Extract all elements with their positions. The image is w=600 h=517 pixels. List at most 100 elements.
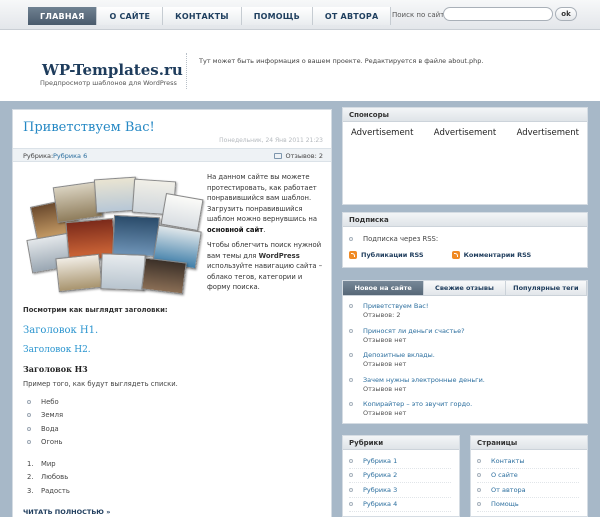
post-comments-count: Отзывов нет: [363, 335, 407, 344]
bullet-icon: [349, 487, 353, 492]
nav-item-home[interactable]: ГЛАВНАЯ: [28, 7, 98, 25]
rubric-item[interactable]: Рубрика 1: [349, 454, 451, 469]
bullet-icon: [477, 487, 481, 492]
comment-icon: [274, 153, 283, 159]
page-label: О сайте: [491, 471, 518, 480]
page-item[interactable]: О сайте: [477, 469, 579, 483]
post-comments-count: Отзывов нет: [363, 409, 407, 417]
rubric-link[interactable]: Рубрика 6: [53, 152, 87, 160]
bullet-icon: [349, 402, 353, 406]
bullet-icon: [477, 473, 481, 478]
post-link[interactable]: Копирайтер – это звучит гордо.: [363, 400, 472, 409]
post-link[interactable]: Приветствуем Вас!: [363, 302, 428, 311]
header-about-text: Тут может быть информация о вашем проект…: [199, 57, 484, 65]
wordpress-link[interactable]: WordPress: [259, 252, 300, 260]
post-comments-count: Отзывов нет: [363, 360, 407, 368]
search-button[interactable]: ok: [555, 7, 577, 21]
list-item: Зачем нужны электронные деньги. Отзывов н…: [349, 374, 587, 399]
rss-comments-link[interactable]: Комментарии RSS: [451, 251, 532, 259]
page-item[interactable]: Контакты: [477, 454, 579, 469]
page-item[interactable]: От автора: [477, 483, 579, 498]
list-number: 1.: [27, 459, 34, 468]
list-item: Земля: [27, 409, 63, 423]
advertisement-link[interactable]: Advertisement: [351, 128, 413, 138]
tab-recent-comments[interactable]: Свежие отзывы: [424, 281, 506, 296]
rubrics-widget: Рубрики Рубрика 1 Рубрика 2 Рубрика 3 Ру…: [342, 435, 460, 517]
bullet-icon: [349, 237, 353, 241]
comments-count: Отзывов: 2: [285, 152, 323, 160]
bullet-icon: [349, 353, 353, 357]
list-intro: Пример того, как будут выглядеть списки.: [23, 380, 178, 388]
list-item: 3. Радость: [27, 484, 70, 498]
search-label: Поиск по сайту: [392, 11, 449, 19]
tab-new-on-site[interactable]: Новое на сайте: [343, 281, 425, 296]
ordered-list: 1. Мир 2. Любовь 3. Радость: [27, 457, 70, 498]
post-link[interactable]: Приносят ли деньги счастье?: [363, 327, 465, 336]
rss-posts-label: Публикации RSS: [361, 251, 424, 259]
rubric-item[interactable]: Рубрика 2: [349, 469, 451, 483]
post-title[interactable]: Приветствуем Вас!: [23, 120, 155, 135]
ads-row: Advertisement Advertisement Advertisemen…: [343, 122, 587, 138]
rss-icon: [349, 251, 357, 259]
bullet-icon: [349, 304, 353, 308]
post-date: Понедельник, 24 Янв 2011 21:23: [219, 137, 323, 144]
advertisement-link[interactable]: Advertisement: [517, 128, 579, 138]
main-nav: ГЛАВНАЯ О САЙТЕ КОНТАКТЫ ПОМОЩЬ ОТ АВТОР…: [28, 7, 392, 25]
tab-bar: Новое на сайте Свежие отзывы Популярные …: [343, 281, 587, 296]
rss-icon: [451, 251, 460, 259]
bullet-icon: [477, 458, 481, 463]
rubric-item[interactable]: Рубрика 3: [349, 483, 451, 498]
rubric-label: Рубрика 2: [363, 471, 398, 480]
list-item-text: Мир: [41, 459, 56, 468]
screenshot-thumb: [111, 214, 161, 258]
post-link[interactable]: Депозитные вклады.: [363, 351, 435, 360]
header-divider: [186, 53, 187, 89]
rubric-item[interactable]: Рубрика 4: [349, 498, 451, 512]
nav-item-author[interactable]: ОТ АВТОРА: [312, 7, 392, 25]
list-item-text: Земля: [41, 411, 64, 420]
subscribe-text: Подписка через RSS:: [363, 235, 439, 243]
post-link[interactable]: Зачем нужны электронные деньги.: [363, 376, 485, 385]
post-meta-bar: Рубрика: Рубрика 6 Отзывов: 2: [13, 148, 331, 162]
main-site-link[interactable]: основной сайт: [207, 226, 263, 234]
page-label: Контакты: [491, 456, 525, 465]
rss-comments-label: Комментарии RSS: [463, 251, 532, 259]
post-intro-text: На данном сайте вы можете протестировать…: [207, 172, 327, 235]
nav-item-contacts[interactable]: КОНТАКТЫ: [163, 7, 242, 25]
nav-item-about[interactable]: О САЙТЕ: [97, 7, 164, 25]
list-item: Небо: [27, 395, 63, 409]
post-intro-text-2: Чтобы облегчить поиск нужной вам темы дл…: [207, 240, 327, 293]
bullet-icon: [27, 426, 31, 431]
bullet-icon: [349, 473, 353, 478]
pages-title: Страницы: [471, 436, 587, 450]
rss-posts-link[interactable]: Публикации RSS: [349, 251, 424, 259]
heading-h3-sample: Заголовок H3: [23, 364, 88, 374]
list-item-text: Вода: [41, 424, 59, 433]
list-item: Огонь: [27, 436, 63, 450]
advertisement-link[interactable]: Advertisement: [434, 128, 496, 138]
post-content: Приветствуем Вас! Понедельник, 24 Янв 20…: [12, 109, 332, 517]
list-item: Депозитные вклады. Отзывов нет: [349, 349, 587, 374]
list-item: Приносят ли деньги счастье? Отзывов нет: [349, 325, 587, 350]
pages-widget: Страницы Контакты О сайте От автора Помо…: [470, 435, 588, 517]
list-item: Копирайтер – это звучит гордо. Отзывов не…: [349, 398, 587, 423]
site-title[interactable]: WP-Templates.ru: [42, 61, 183, 79]
screenshot-thumb: [100, 253, 146, 291]
comments-link[interactable]: Отзывов: 2: [274, 152, 323, 160]
rubric-label: Рубрика:: [23, 152, 54, 160]
search-input[interactable]: [443, 7, 553, 21]
template-screenshots-image: [26, 176, 205, 295]
page-item[interactable]: Помощь: [477, 498, 579, 512]
top-navigation-bar: ГЛАВНАЯ О САЙТЕ КОНТАКТЫ ПОМОЩЬ ОТ АВТОР…: [0, 0, 600, 30]
list-item: Приветствуем Вас! Отзывов: 2: [349, 300, 587, 325]
page-body: Приветствуем Вас! Понедельник, 24 Янв 20…: [0, 101, 600, 517]
sponsors-title: Спонсоры: [343, 108, 587, 122]
heading-h1-sample: Заголовок H1.: [23, 325, 99, 336]
recent-posts-list: Приветствуем Вас! Отзывов: 2 Приносят ли …: [343, 296, 587, 423]
tab-popular-tags[interactable]: Популярные теги: [505, 281, 587, 296]
rubric-label: Рубрика 3: [363, 485, 398, 494]
subscribe-row: Подписка через RSS:: [349, 235, 438, 243]
read-more-link[interactable]: ЧИТАТЬ ПОЛНОСТЬЮ »: [23, 508, 110, 516]
post-comments-count: Отзывов нет: [363, 384, 407, 393]
nav-item-help[interactable]: ПОМОЩЬ: [241, 7, 313, 25]
